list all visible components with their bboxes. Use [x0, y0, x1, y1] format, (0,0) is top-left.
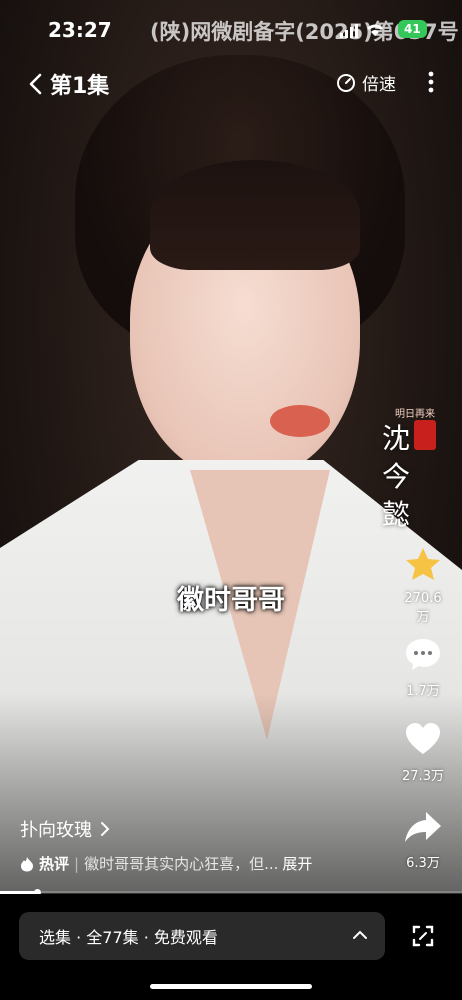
comment-count: 1.7万 [406, 684, 440, 699]
chevron-right-icon [101, 822, 110, 836]
divider: | [74, 854, 80, 873]
speed-icon [337, 73, 355, 92]
hot-comment-text: 徽时哥哥其实内心狂喜，但... [84, 855, 279, 873]
back-chevron-icon [29, 73, 42, 95]
episode-selector[interactable]: 选集 · 全77集 · 免费观看 [19, 912, 385, 960]
star-icon [406, 548, 440, 580]
hot-comment-tag: 热评 [39, 855, 70, 873]
speed-button[interactable]: 倍速 [336, 70, 396, 95]
home-indicator [150, 984, 312, 989]
chevron-up-icon [353, 930, 367, 939]
share-count: 6.3万 [406, 856, 440, 871]
author-link[interactable]: 扑向玫瑰 [20, 816, 112, 842]
episode-selector-text: 选集 · 全77集 · 免费观看 [39, 928, 218, 947]
back-button[interactable]: 第1集 [28, 68, 109, 100]
like-button[interactable]: 27.3万 [398, 719, 448, 784]
signal-wifi-icon [340, 22, 392, 42]
red-packet-icon [414, 420, 436, 450]
comment-button[interactable]: 1.7万 [398, 634, 448, 699]
expand-link[interactable]: 展开 [282, 853, 312, 874]
more-icon[interactable] [424, 68, 438, 96]
hot-comment[interactable]: 热评 | 徽时哥哥其实内心狂喜，但... 展开 [20, 853, 312, 874]
bottom-bar: 选集 · 全77集 · 免费观看 [0, 894, 462, 1000]
episode-title: 第1集 [50, 74, 110, 99]
top-bar: 第1集 倍速 [0, 62, 462, 102]
title-char: 懿 [382, 498, 411, 531]
collect-count: 270.6万 [404, 591, 442, 625]
title-char: 沈 [382, 422, 411, 455]
like-count: 27.3万 [402, 769, 444, 784]
comment-icon [406, 639, 440, 670]
share-icon [405, 812, 441, 842]
status-time: 23:27 [48, 18, 112, 42]
promo-label: 明日再来 [395, 409, 435, 420]
title-char: 今 [382, 460, 411, 493]
video-lips [270, 405, 330, 437]
speed-label: 倍速 [362, 75, 396, 95]
drama-title-overlay: 沈 今 懿 [382, 420, 410, 534]
flame-icon [21, 856, 33, 871]
fullscreen-icon[interactable] [410, 923, 436, 949]
status-bar: 23:27 (陕)网微剧备字(2025)第037号 41 [0, 14, 462, 48]
author-name: 扑向玫瑰 [20, 820, 92, 841]
battery-indicator: 41 [398, 20, 427, 38]
collect-button[interactable]: 270.6万 [398, 545, 448, 625]
share-button[interactable]: 6.3万 [398, 806, 448, 871]
video-bangs [150, 160, 360, 270]
heart-icon [406, 723, 440, 754]
video-subtitle: 徽时哥哥 [177, 585, 285, 616]
